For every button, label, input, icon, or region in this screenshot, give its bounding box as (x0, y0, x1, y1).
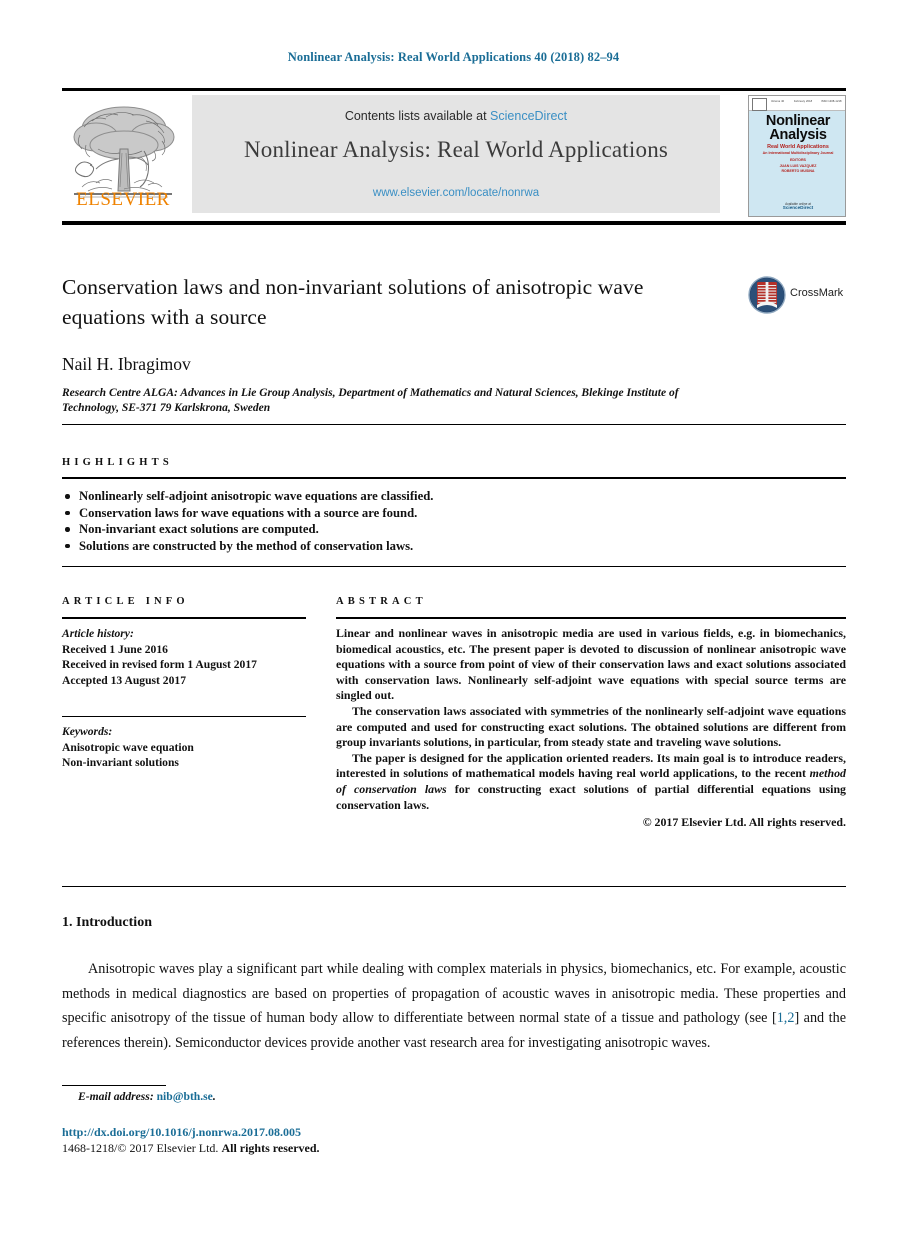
footnote-email: E-mail address: nib@bth.se. (62, 1090, 562, 1103)
author-affiliation: Research Centre ALGA: Advances in Lie Gr… (62, 387, 679, 414)
abstract-paragraph: The paper is designed for the applicatio… (336, 751, 846, 813)
keywords-heading: Keywords: (62, 725, 113, 738)
email-period: . (212, 1090, 216, 1103)
highlight-text: Conservation laws for wave equations wit… (79, 505, 418, 520)
introduction-paragraph: Anisotropic waves play a significant par… (62, 957, 846, 1055)
cover-subtitle-line2: An International Multidisciplinary Journ… (762, 151, 834, 156)
article-history-line: Received in revised form 1 August 2017 (62, 658, 257, 671)
bullet-icon (65, 527, 70, 532)
cover-issn: ISSN 1468-1218 (821, 100, 842, 103)
article-history: Article history: Received 1 June 2016 Re… (62, 626, 306, 688)
introduction-section: 1. Introduction Anisotropic waves play a… (62, 915, 846, 1055)
journal-masthead: ELSEVIER Contents lists available at Sci… (62, 88, 846, 225)
article-history-heading: Article history: (62, 627, 134, 640)
introduction-heading: 1. Introduction (62, 915, 152, 930)
footnote-separator-rule (62, 1085, 166, 1086)
bullet-icon (65, 494, 70, 499)
list-item: Solutions are constructed by the method … (62, 538, 846, 555)
issn-copyright-line: 1468-1218/© 2017 Elsevier Ltd. All right… (62, 1141, 320, 1156)
running-head: Nonlinear Analysis: Real World Applicati… (287, 50, 620, 64)
elsevier-wordmark: ELSEVIER (76, 189, 170, 210)
sciencedirect-link[interactable]: ScienceDirect (490, 109, 567, 123)
crossmark-stamp[interactable]: CrossMark (748, 276, 846, 316)
abstract-rule (336, 617, 846, 619)
cover-editors-line1: EDITORS (790, 158, 806, 162)
highlights-label: HIGHLIGHTS (62, 457, 173, 468)
cover-editors-line2: JUAN LUIS VAZQUEZ (779, 163, 817, 168)
highlights-list: Nonlinearly self-adjoint anisotropic wav… (62, 488, 846, 554)
journal-name: Nonlinear Analysis: Real World Applicati… (243, 137, 669, 162)
email-label: E-mail address: (78, 1090, 154, 1103)
rights-reserved: All rights reserved. (221, 1141, 320, 1155)
email-link[interactable]: nib@bth.se (157, 1090, 213, 1103)
article-history-line: Received 1 June 2016 (62, 642, 168, 656)
abstract-paragraph: The conservation laws associated with sy… (336, 703, 846, 750)
keyword: Non-invariant solutions (62, 756, 179, 769)
list-item: Conservation laws for wave equations wit… (62, 505, 846, 522)
doi-link[interactable]: http://dx.doi.org/10.1016/j.nonrwa.2017.… (62, 1125, 301, 1140)
cover-editors-line3: ROBERTO MUSINA (781, 169, 815, 174)
contents-available-text: Contents lists available at ScienceDirec… (192, 109, 720, 123)
cover-editors: EDITORS JUAN LUIS VAZQUEZ ROBERTO MUSINA (749, 158, 845, 175)
article-info-rule (62, 617, 306, 619)
sciencedirect-banner: Contents lists available at ScienceDirec… (192, 95, 720, 213)
crossmark-badge-icon (748, 276, 786, 314)
highlight-text: Solutions are constructed by the method … (79, 538, 414, 553)
keywords-block: Keywords: Anisotropic wave equation Non-… (62, 724, 306, 771)
cover-subtitle-line1: Real World Applications (767, 144, 829, 150)
masthead-bottom-rule (62, 221, 846, 225)
author-name: Nail H. Ibragimov (62, 354, 191, 374)
abstract-bottom-rule (62, 886, 846, 887)
abstract-label: ABSTRACT (336, 596, 427, 607)
article-first-page: Nonlinear Analysis: Real World Applicati… (0, 0, 907, 1238)
title-block: Conservation laws and non-invariant solu… (62, 272, 846, 416)
cover-title: Nonlinear Analysis (749, 114, 845, 143)
highlights-bottom-rule (62, 566, 846, 567)
highlights-mid-rule (62, 477, 846, 479)
highlights-top-rule (62, 424, 846, 425)
cover-subtitle: Real World Applications An International… (749, 144, 845, 157)
abstract-para3-before: The paper is designed for the applicatio… (336, 750, 846, 781)
highlights-section: HIGHLIGHTS Nonlinearly self-adjoint anis… (62, 424, 846, 567)
article-history-line: Accepted 13 August 2017 (62, 673, 186, 687)
article-info-column: ARTICLE INFO Article history: Received 1… (62, 596, 306, 771)
abstract-copyright: © 2017 Elsevier Ltd. All rights reserved… (642, 815, 846, 830)
citation-link[interactable]: 1,2 (777, 1010, 795, 1026)
cover-date: February 2018 (794, 100, 813, 103)
cover-footer-sciencedirect: ScienceDirect (782, 205, 814, 211)
keywords-rule (62, 716, 306, 717)
cover-volume: Volume 40 (771, 100, 785, 103)
cover-topbar: Volume 40 February 2018 ISSN 1468-1218 (749, 96, 845, 111)
cover-footer: Available online at ScienceDirect (749, 202, 845, 211)
bullet-icon (65, 510, 70, 515)
keyword: Anisotropic wave equation (62, 740, 194, 754)
list-item: Non-invariant exact solutions are comput… (62, 521, 846, 538)
cover-title-line2: Analysis (769, 127, 827, 143)
journal-cover-thumbnail[interactable]: Volume 40 February 2018 ISSN 1468-1218 N… (748, 95, 846, 217)
abstract-paragraph: Linear and nonlinear waves in anisotropi… (336, 626, 846, 703)
highlight-text: Nonlinearly self-adjoint anisotropic wav… (79, 489, 434, 503)
abstract-body: Linear and nonlinear waves in anisotropi… (336, 626, 846, 831)
journal-homepage-link[interactable]: www.elsevier.com/locate/nonrwa (192, 187, 720, 199)
abstract-column: ABSTRACT Linear and nonlinear waves in a… (336, 596, 846, 831)
issn-prefix: 1468-1218/© 2017 Elsevier Ltd. (62, 1141, 222, 1155)
article-info-label: ARTICLE INFO (62, 596, 189, 607)
crossmark-label: CrossMark (790, 287, 844, 299)
cover-elsevier-mark-icon (752, 98, 767, 111)
intro-text-before-citation: Anisotropic waves play a significant par… (62, 961, 846, 1026)
bullet-icon (65, 543, 70, 548)
highlight-text: Non-invariant exact solutions are comput… (79, 522, 319, 536)
contents-prefix: Contents lists available at (344, 109, 491, 123)
list-item: Nonlinearly self-adjoint anisotropic wav… (62, 488, 846, 505)
page-title: Conservation laws and non-invariant solu… (62, 275, 644, 329)
